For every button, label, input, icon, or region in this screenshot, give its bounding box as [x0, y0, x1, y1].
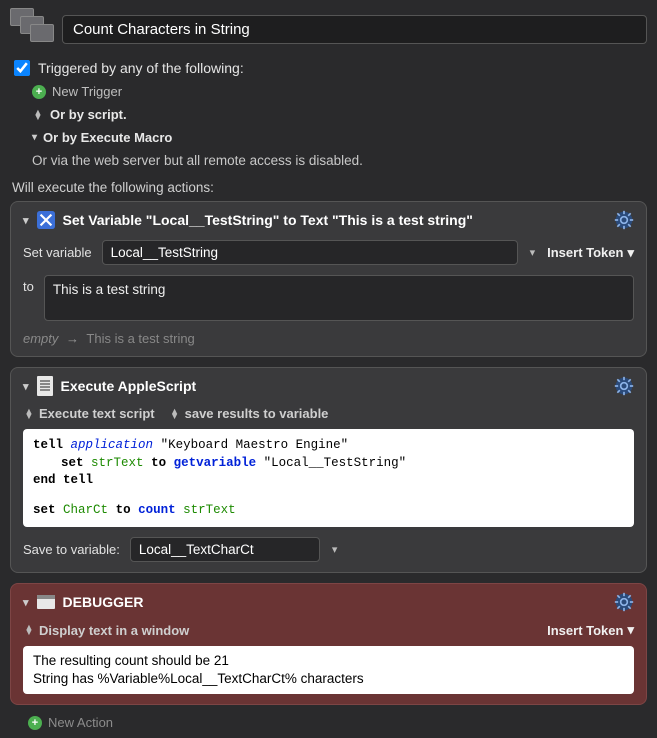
script-editor[interactable]: tell application "Keyboard Maestro Engin…: [23, 429, 634, 527]
plus-icon: +: [28, 716, 42, 730]
trigger-enabled-checkbox[interactable]: [14, 60, 30, 76]
action-debugger: ▾ DEBUGGER ▲▼ Display text in a window I…: [10, 583, 647, 705]
insert-token-button[interactable]: Insert Token ▾: [547, 622, 634, 638]
updown-icon: ▲▼: [169, 409, 181, 419]
set-variable-label: Set variable: [23, 245, 92, 260]
or-execute-macro-label: Or by Execute Macro: [43, 130, 172, 145]
updown-icon: ▲▼: [23, 625, 35, 635]
action-title: Set Variable "Local__TestString" to Text…: [63, 212, 473, 228]
disclosure-toggle[interactable]: ▾: [23, 596, 29, 609]
or-script-label: Or by script.: [50, 107, 127, 122]
trigger-label: Triggered by any of the following:: [38, 60, 244, 76]
chevron-down-icon: ▾: [627, 622, 634, 638]
updown-icon: ▲▼: [23, 409, 35, 419]
actions-section-label: Will execute the following actions:: [12, 180, 647, 195]
macro-icon: [10, 8, 52, 50]
new-trigger-button[interactable]: + New Trigger: [32, 84, 647, 99]
new-action-label: New Action: [48, 715, 113, 730]
save-results-select[interactable]: ▲▼ save results to variable: [169, 406, 329, 421]
variable-name-input[interactable]: [102, 240, 518, 265]
preview-row: empty → This is a test string: [23, 331, 634, 346]
variable-select-chevron[interactable]: ▾: [528, 246, 538, 259]
web-server-note: Or via the web server but all remote acc…: [32, 153, 647, 168]
save-variable-input[interactable]: [130, 537, 320, 562]
to-label: to: [23, 275, 34, 294]
disclosure-toggle[interactable]: ▾: [23, 380, 29, 393]
text-value-input[interactable]: This is a test string: [44, 275, 634, 321]
variable-select-chevron[interactable]: ▾: [330, 543, 340, 556]
action-execute-applescript: ▾ Execute AppleScript ▲▼ Execute text sc…: [10, 367, 647, 573]
plus-icon: +: [32, 85, 46, 99]
execute-text-script-select[interactable]: ▲▼ Execute text script: [23, 406, 155, 421]
gear-icon[interactable]: [614, 376, 634, 396]
preview-result: This is a test string: [86, 331, 194, 346]
new-action-button[interactable]: + New Action: [28, 715, 647, 730]
variable-x-icon: [37, 211, 55, 229]
action-title: Execute AppleScript: [61, 378, 197, 394]
window-icon: [37, 595, 55, 609]
or-by-script-button[interactable]: ▲▼ Or by script.: [32, 107, 647, 122]
or-by-execute-macro-button[interactable]: ▾ Or by Execute Macro: [32, 130, 647, 145]
save-to-variable-label: Save to variable:: [23, 542, 120, 557]
action-set-variable: ▾ Set Variable "Local__TestString" to Te…: [10, 201, 647, 357]
document-icon: [37, 376, 53, 396]
insert-token-button[interactable]: Insert Token ▾: [547, 245, 634, 261]
display-text-select[interactable]: ▲▼ Display text in a window: [23, 623, 189, 638]
action-title: DEBUGGER: [63, 594, 144, 610]
arrow-icon: →: [66, 331, 79, 346]
disclosure-toggle[interactable]: ▾: [23, 214, 29, 227]
preview-empty: empty: [23, 331, 58, 346]
chevron-down-icon: ▾: [32, 132, 37, 143]
chevron-down-icon: ▾: [627, 245, 634, 261]
debug-text-input[interactable]: The resulting count should be 21 String …: [23, 646, 634, 694]
gear-icon[interactable]: [614, 592, 634, 612]
trigger-checkbox-row: Triggered by any of the following:: [14, 60, 647, 76]
new-trigger-label: New Trigger: [52, 84, 122, 99]
macro-title-input[interactable]: [62, 15, 647, 44]
updown-icon: ▲▼: [32, 110, 44, 120]
gear-icon[interactable]: [614, 210, 634, 230]
